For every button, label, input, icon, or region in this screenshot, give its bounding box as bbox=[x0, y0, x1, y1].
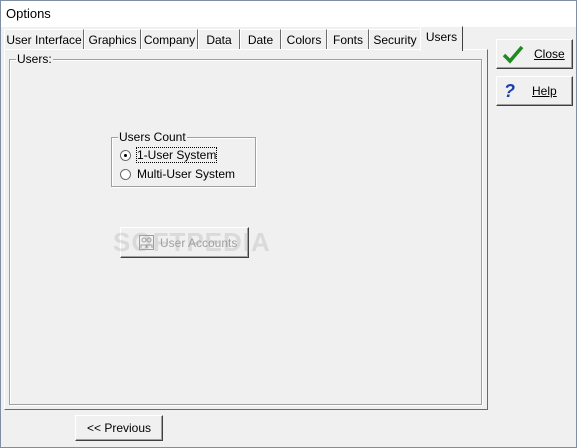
tab-users[interactable]: Users bbox=[420, 26, 463, 51]
radio-1-user-system[interactable]: 1-User System bbox=[120, 147, 218, 163]
window-title: Options bbox=[6, 6, 51, 21]
radio-1-user-system-label[interactable]: 1-User System bbox=[135, 147, 218, 163]
question-mark-icon: ? bbox=[504, 81, 515, 101]
tab-date[interactable]: Date bbox=[240, 29, 281, 49]
tab-security[interactable]: Security bbox=[369, 29, 421, 49]
radio-multi-user-system-label[interactable]: Multi-User System bbox=[137, 167, 235, 181]
users-group-label: Users: bbox=[16, 52, 53, 66]
close-button[interactable]: Close bbox=[496, 39, 573, 69]
help-button[interactable]: ? Help bbox=[496, 76, 573, 106]
checkmark-icon bbox=[502, 44, 524, 64]
tab-colors[interactable]: Colors bbox=[281, 29, 327, 49]
radio-button-unselected[interactable] bbox=[120, 168, 131, 180]
radio-multi-user-system[interactable]: Multi-User System bbox=[120, 166, 235, 182]
help-label: Help bbox=[532, 84, 557, 98]
tab-fonts[interactable]: Fonts bbox=[327, 29, 369, 49]
close-label: Close bbox=[534, 47, 565, 61]
user-accounts-label: User Accounts bbox=[160, 235, 238, 250]
tab-data[interactable]: Data bbox=[198, 29, 240, 49]
tab-graphics[interactable]: Graphics bbox=[84, 29, 141, 49]
title-bar: Options bbox=[1, 1, 576, 27]
user-accounts-button[interactable]: User Accounts bbox=[120, 227, 249, 258]
users-tab-panel: Users: Users Count 1-User System Multi-U… bbox=[4, 49, 488, 410]
users-groupbox: Users: Users Count 1-User System Multi-U… bbox=[9, 52, 482, 405]
users-count-label: Users Count bbox=[118, 130, 187, 144]
previous-label: << Previous bbox=[86, 421, 152, 435]
tab-user-interface[interactable]: User Interface bbox=[4, 29, 84, 49]
radio-button-selected[interactable] bbox=[120, 149, 131, 161]
previous-button[interactable]: << Previous bbox=[75, 415, 163, 441]
options-window: Options User Interface Graphics Company … bbox=[0, 0, 577, 448]
user-accounts-icon bbox=[139, 235, 154, 250]
tab-company[interactable]: Company bbox=[141, 29, 198, 49]
users-count-groupbox: Users Count 1-User System Multi-User Sys… bbox=[111, 130, 256, 187]
